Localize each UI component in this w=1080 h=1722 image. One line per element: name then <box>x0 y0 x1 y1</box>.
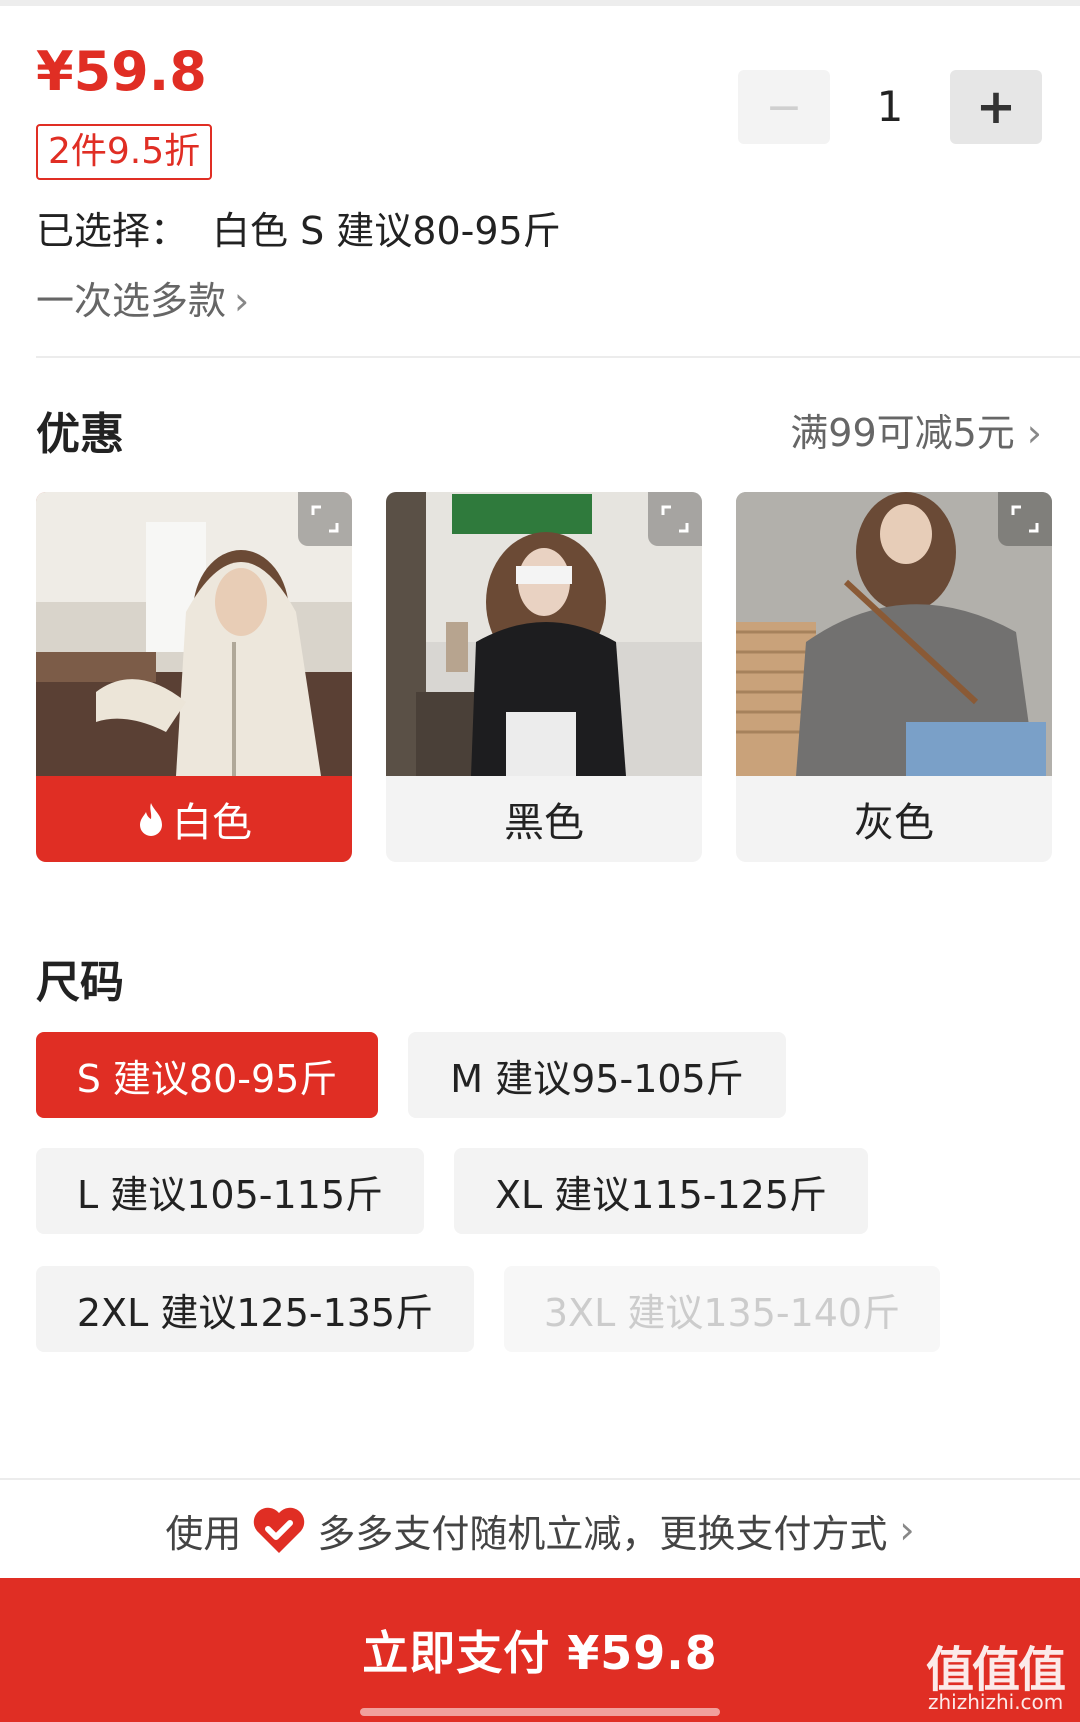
divider <box>0 1478 1080 1480</box>
size-option-xl[interactable]: XL 建议115-125斤 <box>454 1148 868 1234</box>
selected-label: 已选择： <box>36 209 189 253</box>
promotion-title: 优惠 <box>36 409 124 460</box>
size-option-2xl[interactable]: 2XL 建议125-135斤 <box>36 1266 474 1352</box>
multi-select-link[interactable]: 一次选多款 › <box>36 270 249 325</box>
promotion-detail: 满99可减5元 <box>790 411 1015 455</box>
color-option-label: 灰色 <box>736 776 1052 862</box>
payment-prefix: 使用 <box>165 1511 242 1556</box>
quantity-value[interactable]: 1 <box>850 82 930 131</box>
divider <box>36 356 1080 358</box>
expand-image-button[interactable] <box>648 492 702 546</box>
payment-method-text: 多多支付随机立减，更换支付方式 <box>317 1511 888 1556</box>
expand-icon <box>661 505 689 533</box>
color-option-label: 白色 <box>36 776 352 862</box>
color-name: 白色 <box>172 800 252 846</box>
size-option-m[interactable]: M 建议95-105斤 <box>408 1032 786 1118</box>
chevron-right-icon: › <box>1026 411 1042 455</box>
selected-summary: 已选择： 白色 S 建议80-95斤 <box>36 200 561 255</box>
color-option-gray[interactable]: 灰色 <box>736 492 1052 862</box>
chevron-right-icon: › <box>899 1508 915 1552</box>
color-name: 黑色 <box>504 800 584 846</box>
size-option-l[interactable]: L 建议105-115斤 <box>36 1148 424 1234</box>
duoduo-pay-icon <box>254 1507 305 1553</box>
selected-value: 白色 S 建议80-95斤 <box>212 209 561 253</box>
expand-icon <box>311 505 339 533</box>
top-strip <box>0 0 1080 6</box>
color-option-black[interactable]: 黑色 <box>386 492 702 862</box>
size-section-title: 尺码 <box>36 957 124 1008</box>
color-option-white[interactable]: 白色 <box>36 492 352 862</box>
watermark-url: zhizhizhi.com <box>928 1690 1064 1714</box>
size-option-3xl: 3XL 建议135-140斤 <box>504 1266 940 1352</box>
sku-selector-page: ¥59.8 2件9.5折 已选择： 白色 S 建议80-95斤 一次选多款 › − … <box>0 0 1080 1722</box>
promotion-detail-link[interactable]: 满99可减5元 › <box>790 402 1042 457</box>
expand-image-button[interactable] <box>998 492 1052 546</box>
plus-icon: + <box>975 79 1017 135</box>
multi-select-label: 一次选多款 <box>36 279 227 323</box>
expand-image-button[interactable] <box>298 492 352 546</box>
payment-method-link[interactable]: 使用 多多支付随机立减，更换支付方式 › <box>0 1500 1080 1560</box>
flame-icon <box>140 803 162 836</box>
size-option-s[interactable]: S 建议80-95斤 <box>36 1032 378 1118</box>
pay-now-button[interactable]: 立即支付 ¥59.8 <box>0 1578 1080 1722</box>
quantity-decrease-button[interactable]: − <box>738 70 830 144</box>
discount-badge: 2件9.5折 <box>36 124 213 180</box>
minus-icon: − <box>765 81 803 133</box>
color-name: 灰色 <box>854 800 934 846</box>
quantity-increase-button[interactable]: + <box>950 70 1042 144</box>
chevron-right-icon: › <box>234 279 250 323</box>
price: ¥59.8 <box>36 40 207 103</box>
expand-icon <box>1011 505 1039 533</box>
color-option-label: 黑色 <box>386 776 702 862</box>
home-indicator[interactable] <box>360 1708 720 1716</box>
